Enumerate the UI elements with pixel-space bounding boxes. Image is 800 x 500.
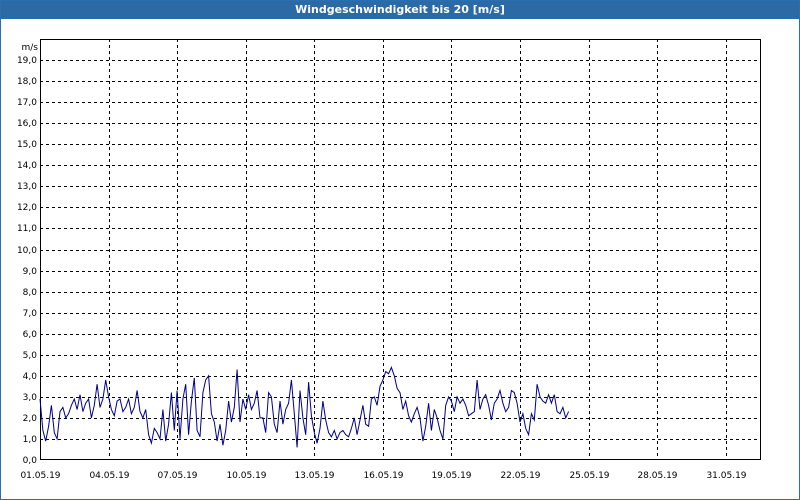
grid — [40, 39, 760, 460]
x-tick-label: 22.05.19 — [500, 471, 540, 481]
y-tick-label: 6,0 — [23, 330, 38, 340]
y-tick-label: 18,0 — [17, 77, 37, 87]
x-tick-label: 16.05.19 — [363, 471, 403, 481]
series-line-wind-speed — [39, 366, 570, 448]
y-tick-label: 11,0 — [17, 224, 37, 234]
wind-speed-chart: 0,0 1,0 2,0 3,0 4,0 5,0 6,0 7,0 8,0 9,0 10,0 11,0 12… — [17, 39, 761, 481]
y-tick-label: 0,0 — [23, 456, 38, 466]
y-tick-label: 7,0 — [23, 309, 38, 319]
x-tick-label: 19.05.19 — [431, 471, 471, 481]
x-tick-label: 13.05.19 — [294, 471, 334, 481]
x-tick-label: 31.05.19 — [706, 471, 746, 481]
y-tick-label: 13,0 — [17, 182, 37, 192]
y-tick-label: 17,0 — [17, 98, 37, 108]
x-tick-label: 01.05.19 — [20, 471, 60, 481]
y-tick-label: 9,0 — [23, 267, 38, 277]
y-tick-label: 19,0 — [17, 56, 37, 66]
x-tick-label: 10.05.19 — [226, 471, 266, 481]
y-tick-label: 2,0 — [23, 414, 38, 424]
y-tick-label: 15,0 — [17, 140, 37, 150]
y-tick-label: 10,0 — [17, 246, 37, 256]
y-axis-label: m/s — [22, 43, 39, 53]
y-tick-label: 16,0 — [17, 119, 37, 129]
x-tick-label: 25.05.19 — [569, 471, 609, 481]
y-tick-label: 3,0 — [23, 393, 38, 403]
x-tick-label: 07.05.19 — [157, 471, 197, 481]
y-tick-label: 12,0 — [17, 203, 37, 213]
y-tick-label: 1,0 — [23, 435, 38, 445]
y-tick-label: 8,0 — [23, 288, 38, 298]
y-tick-label: 5,0 — [23, 351, 38, 361]
x-axis-ticks: 01.05.19 04.05.19 07.05.19 10.05.19 13.05.19… — [20, 471, 746, 481]
x-tick-label: 28.05.19 — [637, 471, 677, 481]
y-tick-label: 14,0 — [17, 161, 37, 171]
x-tick-label: 04.05.19 — [89, 471, 129, 481]
y-axis-ticks: 0,0 1,0 2,0 3,0 4,0 5,0 6,0 7,0 8,0 9,0 10,0 11,0 12… — [17, 56, 37, 466]
y-tick-label: 4,0 — [23, 372, 38, 382]
